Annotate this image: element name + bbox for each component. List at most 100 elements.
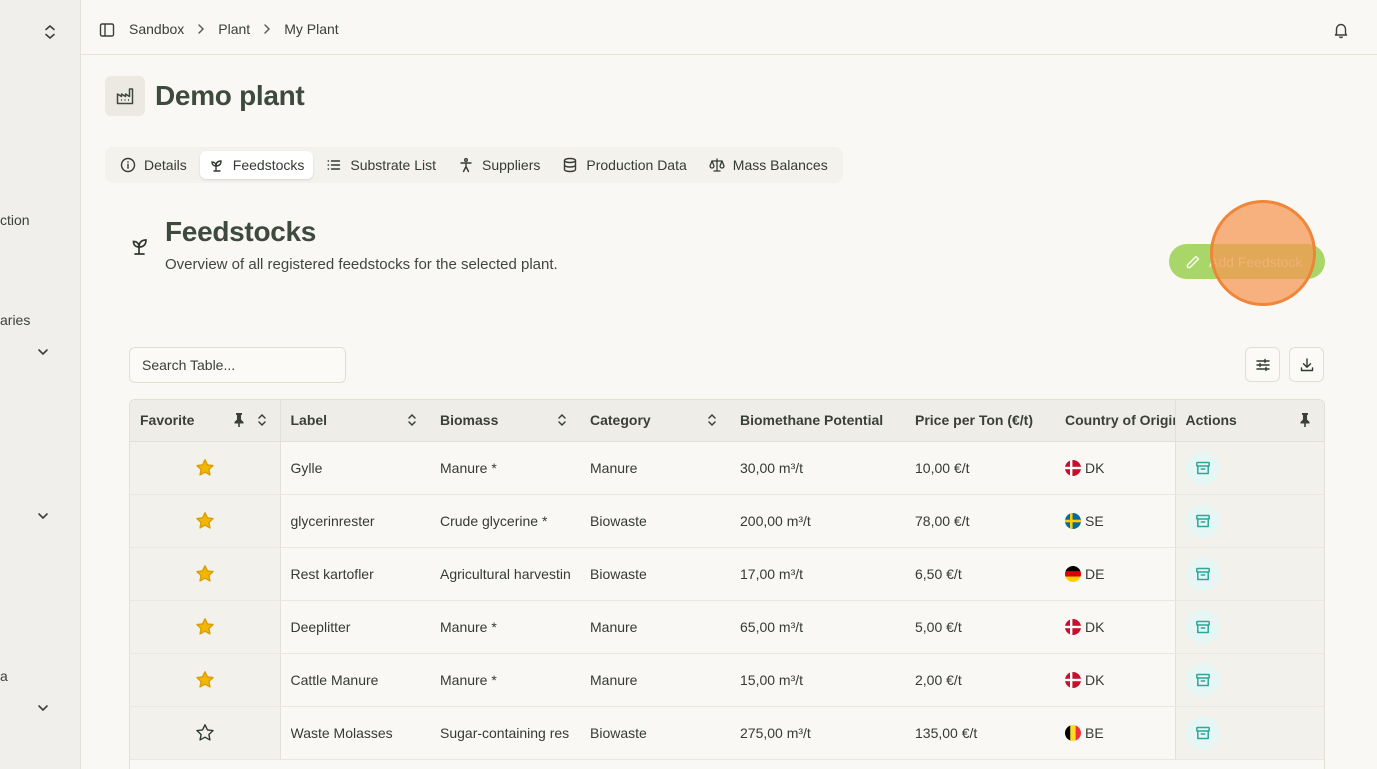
column-header-actions[interactable]: Actions: [1174, 400, 1324, 442]
table-row[interactable]: glycerinrester Crude glycerine * Biowast…: [130, 494, 1324, 548]
sort-icon[interactable]: [406, 413, 418, 427]
search-input[interactable]: [129, 347, 346, 383]
breadcrumb-plant[interactable]: Plant: [218, 21, 250, 37]
archive-button[interactable]: [1185, 662, 1220, 697]
column-header-text: Category: [590, 412, 651, 429]
actions-cell: [1174, 494, 1324, 548]
feedstock-label[interactable]: Gylle: [291, 460, 421, 476]
feedstock-label[interactable]: glycerinrester: [291, 513, 421, 529]
feedstock-label[interactable]: Rest kartofler: [291, 566, 421, 582]
chevron-down-icon[interactable]: [36, 701, 50, 715]
sort-icon[interactable]: [706, 413, 718, 427]
sort-icon[interactable]: [256, 413, 268, 427]
archive-button[interactable]: [1185, 609, 1220, 644]
bell-icon[interactable]: [1332, 21, 1350, 39]
country-code: BE: [1085, 724, 1104, 741]
add-feedstock-label: Add Feedstock: [1209, 253, 1303, 270]
category-value: Biowaste: [590, 512, 647, 529]
column-header-biomethane-potential[interactable]: Biomethane Potential: [730, 400, 905, 442]
chevron-right-icon: [196, 23, 206, 35]
breadcrumb-sandbox[interactable]: Sandbox: [129, 21, 184, 37]
potential-value: 15,00 m³/t: [740, 671, 804, 688]
country-cell: SE: [1055, 494, 1175, 548]
column-header-favorite[interactable]: Favorite: [130, 400, 281, 442]
chevron-down-icon[interactable]: [36, 345, 50, 359]
biomass-cell: Agricultural harvesting: [430, 547, 580, 601]
potential-cell: 17,00 m³/t: [730, 547, 905, 601]
pin-icon[interactable]: [1298, 412, 1312, 428]
price-value: 6,50 €/t: [915, 565, 962, 582]
sidebar-item-label[interactable]: a: [0, 668, 8, 684]
feedstock-label[interactable]: Deeplitter: [291, 619, 421, 635]
column-header-country[interactable]: Country of Origin: [1055, 400, 1175, 442]
chevrons-up-down-icon[interactable]: [43, 24, 57, 40]
price-cell: 6,50 €/t: [905, 547, 1055, 601]
tab-label: Mass Balances: [732, 157, 828, 173]
sidebar-item-label[interactable]: ction: [0, 212, 30, 228]
sliders-icon: [1255, 358, 1270, 371]
country-code: DK: [1085, 671, 1105, 688]
price-cell: 5,00 €/t: [905, 600, 1055, 654]
star-outline-icon[interactable]: [195, 723, 215, 743]
table-row[interactable]: Rest kartofler Agricultural harvesting B…: [130, 547, 1324, 601]
category-cell: Manure: [580, 653, 730, 707]
actions-cell: [1174, 600, 1324, 654]
star-filled-icon[interactable]: [195, 458, 215, 478]
person-icon: [458, 157, 474, 173]
sort-icon[interactable]: [556, 413, 568, 427]
price-cell: 10,00 €/t: [905, 441, 1055, 495]
breadcrumb-my-plant[interactable]: My Plant: [284, 21, 338, 37]
section-title: Feedstocks: [165, 216, 317, 247]
country-value: SE: [1065, 512, 1165, 529]
table-row[interactable]: Cattle Manure Manure * Manure 15,00 m³/t…: [130, 653, 1324, 707]
chevron-down-icon[interactable]: [36, 509, 50, 523]
actions-cell: [1174, 653, 1324, 707]
add-feedstock-button[interactable]: Add Feedstock: [1169, 244, 1325, 279]
download-button[interactable]: [1289, 347, 1324, 382]
star-filled-icon[interactable]: [195, 511, 215, 531]
archive-button[interactable]: [1185, 503, 1220, 538]
pin-icon[interactable]: [232, 412, 246, 428]
price-value: 135,00 €/t: [915, 724, 978, 741]
category-cell: Biowaste: [580, 547, 730, 601]
feedstock-label[interactable]: Waste Molasses: [291, 725, 421, 741]
category-value: Biowaste: [590, 724, 647, 741]
actions-cell: [1174, 547, 1324, 601]
archive-button[interactable]: [1185, 556, 1220, 591]
column-header-biomass[interactable]: Biomass: [430, 400, 580, 442]
country-cell: DK: [1055, 653, 1175, 707]
category-cell: Biowaste: [580, 706, 730, 760]
biomass-value: Agricultural harvesting: [440, 565, 570, 582]
star-filled-icon[interactable]: [195, 617, 215, 637]
column-settings-button[interactable]: [1245, 347, 1280, 382]
tab-suppliers[interactable]: Suppliers: [449, 151, 549, 179]
sidebar-toggle-icon[interactable]: [99, 22, 115, 38]
table-row[interactable]: Gylle Manure * Manure 30,00 m³/t 10,00 €…: [130, 441, 1324, 495]
column-header-category[interactable]: Category: [580, 400, 730, 442]
tab-feedstocks[interactable]: Feedstocks: [199, 151, 314, 179]
main-panel: Sandbox Plant My Plant Demo plant Detail…: [80, 0, 1377, 769]
column-header-price[interactable]: Price per Ton (€/t): [905, 400, 1055, 442]
category-value: Manure: [590, 459, 638, 476]
biomass-value: Manure *: [440, 618, 497, 635]
column-header-text: Country of Origin: [1065, 412, 1175, 429]
star-filled-icon[interactable]: [195, 564, 215, 584]
star-filled-icon[interactable]: [195, 670, 215, 690]
page-header: Demo plant: [105, 76, 305, 116]
column-header-label[interactable]: Label: [280, 400, 430, 442]
category-value: Manure: [590, 671, 638, 688]
archive-button[interactable]: [1185, 715, 1220, 750]
tab-production-data[interactable]: Production Data: [553, 151, 695, 179]
feedstock-label[interactable]: Cattle Manure: [291, 672, 421, 688]
tab-mass-balances[interactable]: Mass Balances: [700, 151, 837, 179]
archive-button[interactable]: [1185, 450, 1220, 485]
sidebar-item-label[interactable]: aries: [0, 312, 30, 328]
label-cell: Rest kartofler: [280, 547, 430, 601]
tab-details[interactable]: Details: [111, 151, 196, 179]
table-row[interactable]: Deeplitter Manure * Manure 65,00 m³/t 5,…: [130, 600, 1324, 654]
country-value: DE: [1065, 565, 1165, 582]
tab-substrate-list[interactable]: Substrate List: [317, 151, 445, 179]
biomass-value: Manure *: [440, 459, 497, 476]
table-row[interactable]: Waste Molasses Sugar-containing residue …: [130, 706, 1324, 760]
download-icon: [1300, 357, 1313, 371]
